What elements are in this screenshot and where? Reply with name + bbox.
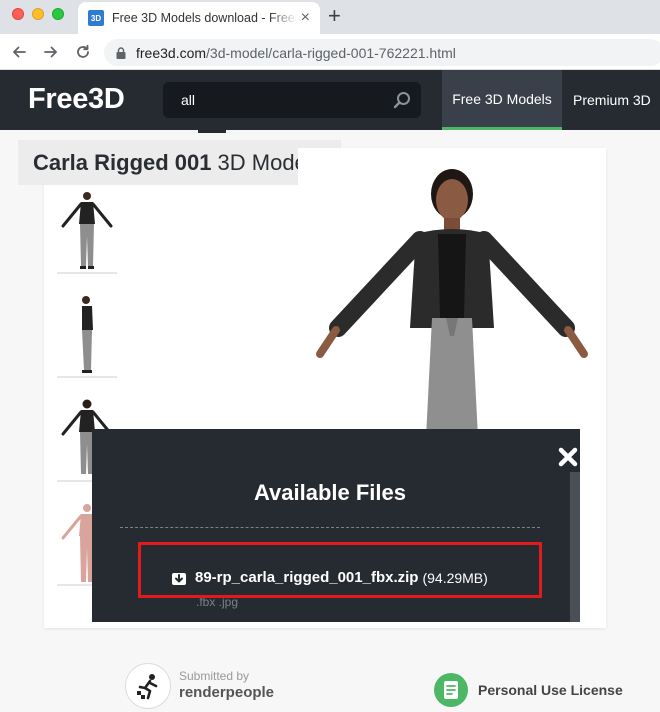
document-icon bbox=[434, 673, 468, 707]
url-text: free3d.com/3d-model/carla-rigged-001-762… bbox=[136, 45, 456, 61]
new-tab-button[interactable]: + bbox=[328, 5, 341, 27]
back-button[interactable] bbox=[8, 41, 30, 63]
site-logo[interactable]: Free3D bbox=[28, 83, 125, 116]
browser-toolbar: free3d.com/3d-model/carla-rigged-001-762… bbox=[0, 34, 660, 70]
url-path: /3d-model/carla-rigged-001-762221.html bbox=[206, 44, 456, 61]
license-label[interactable]: Personal Use License bbox=[478, 682, 623, 698]
thumbnail-side-view[interactable] bbox=[57, 290, 117, 378]
renderpeople-logo[interactable] bbox=[125, 663, 171, 709]
browser-tab-strip: 3D Free 3D Models download - Free3D × + bbox=[0, 0, 660, 34]
arrow-right-icon bbox=[44, 46, 58, 58]
license-link[interactable]: Personal Use License bbox=[434, 673, 623, 707]
tab-close-icon[interactable]: × bbox=[301, 10, 310, 26]
modal-divider bbox=[120, 527, 540, 528]
forward-button[interactable] bbox=[40, 41, 62, 63]
close-icon[interactable] bbox=[557, 446, 579, 468]
browser-tab[interactable]: 3D Free 3D Models download - Free3D × bbox=[78, 2, 320, 34]
address-bar[interactable]: free3d.com/3d-model/carla-rigged-001-762… bbox=[104, 39, 660, 66]
window-maximize-button[interactable] bbox=[52, 8, 64, 20]
modal-scrollbar[interactable] bbox=[570, 472, 580, 622]
highlight-box bbox=[138, 542, 542, 598]
tab-title: Free 3D Models download - Free3D bbox=[112, 11, 297, 25]
arrow-left-icon bbox=[12, 46, 26, 58]
window-close-button[interactable] bbox=[12, 8, 24, 20]
url-host: free3d.com bbox=[136, 44, 207, 61]
runner-icon bbox=[137, 674, 158, 700]
search-icon[interactable] bbox=[393, 91, 411, 109]
submitter-name[interactable]: renderpeople bbox=[179, 684, 274, 701]
submitted-label: Submitted by bbox=[179, 669, 250, 684]
lock-icon bbox=[116, 46, 126, 59]
model-title: Carla Rigged 001 3D Model bbox=[18, 140, 341, 185]
site-header: Free3D Free 3D Models Premium 3D bbox=[0, 70, 660, 130]
reload-button[interactable] bbox=[72, 41, 94, 63]
search-input[interactable] bbox=[163, 82, 383, 118]
submitted-by[interactable]: Submitted by renderpeople bbox=[125, 663, 274, 709]
nav-free-3d-models[interactable]: Free 3D Models bbox=[442, 70, 562, 130]
window-minimize-button[interactable] bbox=[32, 8, 44, 20]
favicon-icon: 3D bbox=[88, 10, 104, 26]
search-box bbox=[163, 82, 421, 118]
model-title-name: Carla Rigged 001 bbox=[33, 149, 212, 175]
thumbnail-front-view[interactable] bbox=[57, 186, 117, 274]
reload-icon bbox=[77, 44, 89, 58]
nav-premium-3d[interactable]: Premium 3D bbox=[563, 70, 660, 130]
dropdown-notch bbox=[198, 130, 226, 133]
modal-title: Available Files bbox=[253, 480, 407, 505]
